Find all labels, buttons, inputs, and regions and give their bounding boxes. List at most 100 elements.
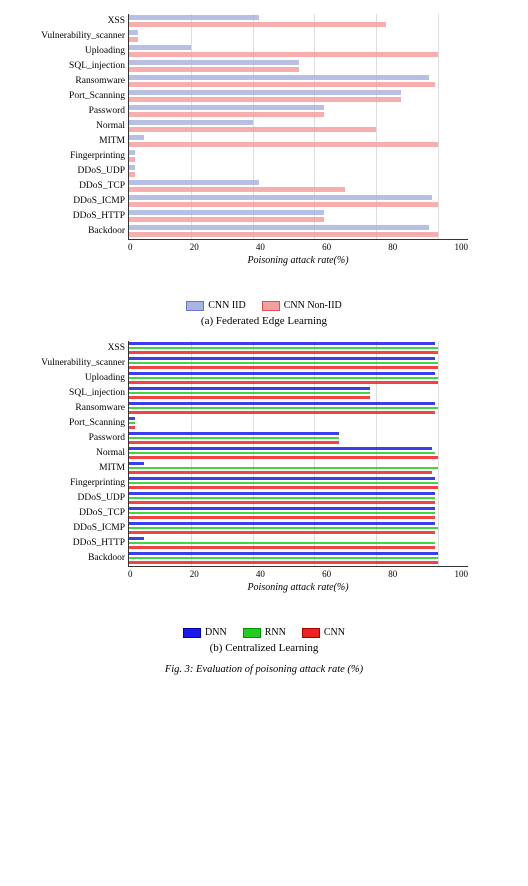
bar <box>129 187 345 192</box>
bar <box>129 437 339 440</box>
legend-item: RNN <box>243 627 286 638</box>
bar <box>129 45 191 50</box>
bar <box>129 351 438 354</box>
x-tick-label: 20 <box>190 242 199 252</box>
bar-row-label: Uploading <box>7 44 125 58</box>
bar <box>129 537 144 540</box>
bar-group <box>129 386 370 400</box>
chart-inner-1: XSSVulnerability_scannerUploadingSQL_inj… <box>128 341 468 567</box>
bar-group <box>129 506 435 520</box>
bar <box>129 492 435 495</box>
x-tick-label: 80 <box>388 569 397 579</box>
bar <box>129 426 135 429</box>
bar-group <box>129 14 386 28</box>
bar <box>129 366 438 369</box>
bar-row: DDoS_UDP <box>129 491 468 505</box>
bar-row: Backdoor <box>129 551 468 565</box>
bar <box>129 105 324 110</box>
bar-group <box>129 29 138 43</box>
bar <box>129 142 438 147</box>
bar-row-label: Password <box>7 104 125 118</box>
bar-row-label: Ransomware <box>7 74 125 88</box>
bar <box>129 120 253 125</box>
chart-caption-0: (a) Federated Edge Learning <box>8 315 520 327</box>
bar-row-label: Fingerprinting <box>7 149 125 163</box>
bar <box>129 217 324 222</box>
bar-row: DDoS_TCP <box>129 179 468 193</box>
bar-group <box>129 551 438 565</box>
bar-group <box>129 179 345 193</box>
bar <box>129 477 435 480</box>
bar-row-label: Vulnerability_scanner <box>7 356 125 370</box>
x-tick-label: 40 <box>256 242 265 252</box>
bar-group <box>129 74 435 88</box>
x-tick-label: 100 <box>454 569 468 579</box>
bar <box>129 486 438 489</box>
legend-item: CNN <box>302 627 345 638</box>
legend-swatch <box>243 628 261 638</box>
page: XSSVulnerability_scannerUploadingSQL_inj… <box>0 0 528 685</box>
chart-section-0: XSS Vulnerability_scannerUploadingSQL_inj… <box>8 10 520 327</box>
bar <box>129 561 438 564</box>
bar-row: Port_Scanning <box>129 416 468 430</box>
x-tick-label: 60 <box>322 242 331 252</box>
bar <box>129 407 438 410</box>
bar <box>129 372 435 375</box>
bar-row-label: Backdoor <box>7 551 125 565</box>
bar-row-label: MITM <box>7 461 125 475</box>
bar <box>129 232 438 237</box>
bar-row: XSS <box>129 14 468 28</box>
bar-row-label: Port_Scanning <box>7 89 125 103</box>
legend-label: DNN <box>205 627 227 638</box>
bar-row-label: DDoS_HTTP <box>7 209 125 223</box>
bar-group <box>129 149 135 163</box>
bar <box>129 82 435 87</box>
chart-inner-0: XSSVulnerability_scannerUploadingSQL_inj… <box>128 14 468 240</box>
x-axis-labels: 020406080100 <box>128 567 468 579</box>
bar-row-label: Uploading <box>7 371 125 385</box>
bar-group <box>129 536 435 550</box>
bar-row-label: Port_Scanning <box>7 416 125 430</box>
bar <box>129 402 435 405</box>
bar-group <box>129 416 135 430</box>
bar-row: SQL_injection <box>129 386 468 400</box>
bar <box>129 67 299 72</box>
legend-swatch <box>262 301 280 311</box>
bar <box>129 377 438 380</box>
bar-row: DDoS_ICMP <box>129 194 468 208</box>
x-tick-label: 0 <box>128 242 133 252</box>
bar-row: Port_Scanning <box>129 89 468 103</box>
bar <box>129 180 259 185</box>
legend: CNN IIDCNN Non-IID <box>8 300 520 311</box>
bar <box>129 195 432 200</box>
bar <box>129 516 435 519</box>
bar <box>129 342 435 345</box>
bar-group <box>129 461 438 475</box>
bar-row: DDoS_ICMP <box>129 521 468 535</box>
bar-group <box>129 431 339 445</box>
bar-row-label: Vulnerability_scanner <box>7 29 125 43</box>
legend-label: RNN <box>265 627 286 638</box>
bar-row: DDoS_UDP <box>129 164 468 178</box>
bar <box>129 422 135 425</box>
legend-item: DNN <box>183 627 227 638</box>
x-tick-label: 40 <box>256 569 265 579</box>
bar <box>129 157 135 162</box>
bar <box>129 150 135 155</box>
chart-container-0: XSS Vulnerability_scannerUploadingSQL_inj… <box>8 10 520 296</box>
bar-group <box>129 164 135 178</box>
bar <box>129 501 435 504</box>
bar-row-label: SQL_injection <box>7 59 125 73</box>
bar-row: Ransomware <box>129 74 468 88</box>
legend-label: CNN <box>324 627 345 638</box>
bar-group <box>129 119 376 133</box>
bar-group <box>129 356 438 370</box>
x-axis-title: Poisoning attack rate(%) <box>128 255 468 266</box>
bar-row: Normal <box>129 446 468 460</box>
bar <box>129 557 438 560</box>
bar-row: MITM <box>129 461 468 475</box>
legend-label: CNN IID <box>208 300 246 311</box>
bar <box>129 507 435 510</box>
bar <box>129 471 432 474</box>
bar <box>129 165 135 170</box>
